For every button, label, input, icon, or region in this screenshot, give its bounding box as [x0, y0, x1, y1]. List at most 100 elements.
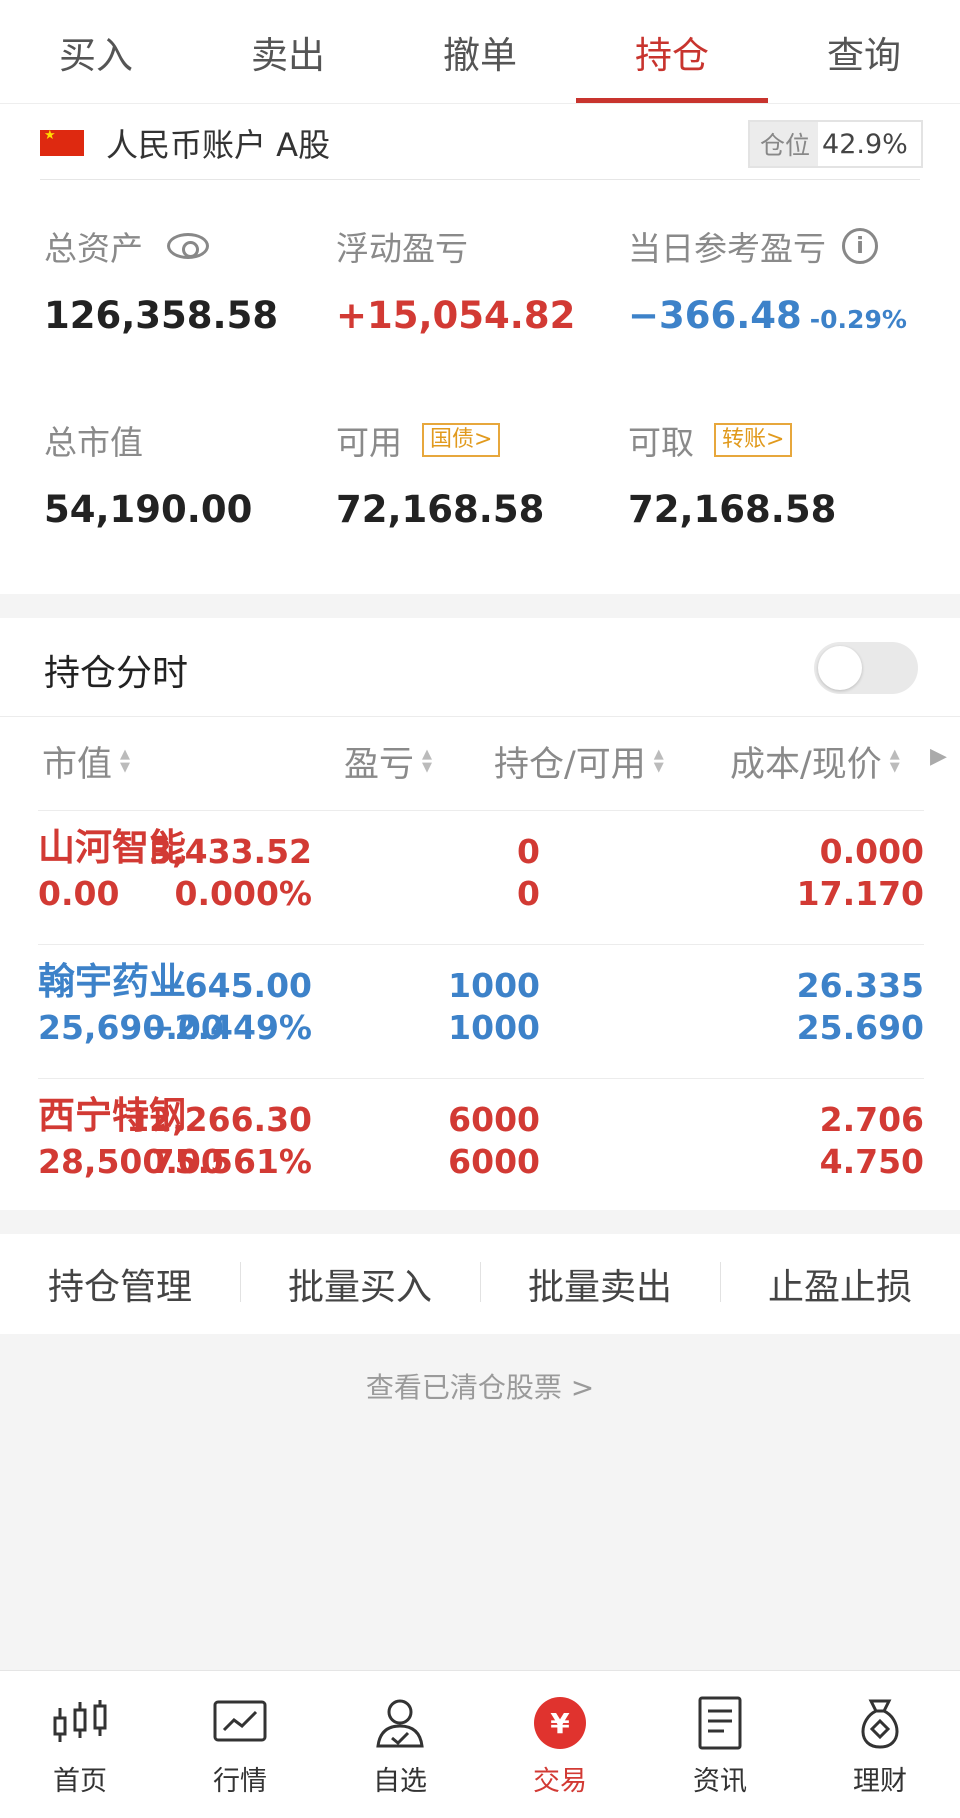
stock-available: 1000: [448, 1008, 540, 1047]
market-value-cell: 总市值 54,190.00: [44, 416, 252, 531]
total-assets-cell: 总资产 126,358.58: [44, 222, 278, 337]
manage-holdings-button[interactable]: 持仓管理: [0, 1258, 240, 1310]
view-cleared-stocks-link[interactable]: 查看已清仓股票 >: [0, 1366, 960, 1406]
stock-qty: 0: [517, 832, 540, 871]
bottom-nav: 首页 行情 自选 ¥ 交易 资讯 理财: [0, 1670, 960, 1818]
stock-price: 25.690: [796, 1008, 924, 1047]
nav-wealth[interactable]: 理财: [800, 1671, 960, 1818]
tab-holdings[interactable]: 持仓: [576, 0, 768, 103]
day-pl-cell: 当日参考盈亏 i −366.48 -0.29%: [628, 222, 907, 337]
divider: [0, 716, 960, 717]
header-qty-label: 持仓/可用: [494, 744, 646, 785]
scroll-right-icon[interactable]: ▶: [930, 744, 947, 769]
top-tab-bar: 买入 卖出 撤单 持仓 查询: [0, 0, 960, 104]
candlestick-icon: [50, 1693, 110, 1753]
market-value-value: 54,190.00: [44, 488, 253, 531]
stock-cost: 26.335: [796, 966, 924, 1005]
header-profit-loss[interactable]: 盈亏 ▲ ▼: [344, 736, 432, 786]
nav-trade[interactable]: ¥ 交易: [480, 1671, 640, 1818]
header-qty-available[interactable]: 持仓/可用 ▲ ▼: [494, 736, 664, 786]
nav-market[interactable]: 行情: [160, 1671, 320, 1818]
eye-icon[interactable]: [167, 233, 209, 259]
header-market-value[interactable]: 市值 ▲ ▼: [42, 736, 130, 786]
nav-trade-label: 交易: [533, 1766, 587, 1797]
treasury-bond-tag[interactable]: 国债>: [422, 423, 501, 457]
market-value-label: 总市值: [44, 423, 143, 462]
tab-query[interactable]: 查询: [768, 0, 960, 103]
tab-sell[interactable]: 卖出: [192, 0, 384, 103]
take-profit-stop-loss-button[interactable]: 止盈止损: [720, 1258, 960, 1310]
stock-cost: 2.706: [819, 1100, 924, 1139]
nav-wealth-label: 理财: [853, 1766, 907, 1797]
position-ratio-badge: 仓位 42.9%: [748, 120, 923, 168]
day-pl-percent: -0.29%: [809, 305, 907, 334]
nav-news[interactable]: 资讯: [640, 1671, 800, 1818]
table-row[interactable]: 山河智能 0.00 3,433.52 0.000% 0 0 0.000 17.1…: [38, 812, 924, 944]
yuan-icon: ¥: [530, 1693, 590, 1753]
money-bag-icon: [850, 1693, 910, 1753]
stock-qty: 6000: [448, 1100, 540, 1139]
stock-price: 17.170: [796, 874, 924, 913]
available-label: 可用: [336, 423, 402, 462]
available-value: 72,168.58: [336, 488, 545, 531]
divider: [38, 810, 924, 811]
stock-available: 0: [517, 874, 540, 913]
stock-pl-percent: 75.561%: [151, 1142, 312, 1181]
nav-watchlist[interactable]: 自选: [320, 1671, 480, 1818]
table-row[interactable]: 翰宇药业 25,690.00 −645.00 −2.449% 1000 1000…: [38, 946, 924, 1078]
header-cost-price-label: 成本/现价: [730, 744, 882, 785]
floating-pl-value: +15,054.82: [336, 294, 576, 337]
withdrawable-cell: 可取 转账> 72,168.58: [628, 416, 836, 531]
stock-available: 6000: [448, 1142, 540, 1181]
withdrawable-value: 72,168.58: [628, 488, 837, 531]
holdings-title: 持仓分时: [44, 653, 189, 694]
position-ratio-label: 仓位: [750, 122, 819, 166]
total-assets-label: 总资产: [44, 229, 143, 268]
stock-pl: −645.00: [157, 966, 312, 1005]
stock-market-value: 0.00: [38, 874, 120, 913]
stock-qty: 1000: [448, 966, 540, 1005]
divider: [38, 1078, 924, 1079]
account-bar: 人民币账户 A股 仓位 42.9%: [0, 104, 960, 180]
header-market-value-label: 市值: [42, 744, 113, 785]
sort-icon: ▲ ▼: [422, 747, 433, 775]
person-check-icon: [370, 1693, 430, 1753]
floating-pl-label: 浮动盈亏: [336, 229, 468, 268]
header-cost-price[interactable]: 成本/现价 ▲ ▼: [730, 736, 900, 786]
nav-news-label: 资讯: [693, 1766, 747, 1797]
transfer-tag[interactable]: 转账>: [714, 423, 793, 457]
holdings-actions: 持仓管理 批量买入 批量卖出 止盈止损: [0, 1234, 960, 1334]
document-icon: [690, 1693, 750, 1753]
batch-buy-button[interactable]: 批量买入: [240, 1258, 480, 1310]
sort-icon: ▲ ▼: [889, 747, 900, 775]
total-assets-value: 126,358.58: [44, 294, 279, 337]
asset-summary: 总资产 126,358.58 浮动盈亏 +15,054.82 当日参考盈亏 i −…: [0, 180, 960, 594]
stock-pl: 3,433.52: [149, 832, 312, 871]
nav-home-label: 首页: [53, 1766, 107, 1797]
batch-sell-button[interactable]: 批量卖出: [480, 1258, 720, 1310]
stock-pl: 12,266.30: [126, 1100, 312, 1139]
floating-pl-cell: 浮动盈亏 +15,054.82: [336, 222, 575, 337]
china-flag-icon: [40, 128, 84, 156]
day-pl-value: −366.48: [628, 294, 802, 337]
sort-icon: ▲ ▼: [653, 747, 664, 775]
tab-cancel-order[interactable]: 撤单: [384, 0, 576, 103]
tab-buy[interactable]: 买入: [0, 0, 192, 103]
stock-cost: 0.000: [819, 832, 924, 871]
available-cell: 可用 国债> 72,168.58: [336, 416, 544, 531]
sort-icon: ▲ ▼: [120, 747, 131, 775]
info-icon[interactable]: i: [842, 228, 878, 264]
position-ratio-value: 42.9%: [822, 128, 908, 160]
nav-watchlist-label: 自选: [373, 1766, 427, 1797]
intraday-toggle[interactable]: [814, 642, 918, 694]
account-name[interactable]: 人民币账户 A股: [106, 120, 330, 166]
table-row[interactable]: 西宁特钢 28,500.00 12,266.30 75.561% 6000 60…: [38, 1080, 924, 1212]
holdings-section: 持仓分时 市值 ▲ ▼ 盈亏 ▲ ▼ 持仓/可用 ▲ ▼ 成本/现价 ▲ ▼ ▶ 山河智…: [0, 618, 960, 1210]
nav-home[interactable]: 首页: [0, 1671, 160, 1818]
withdrawable-label: 可取: [628, 423, 694, 462]
header-profit-loss-label: 盈亏: [344, 744, 415, 785]
day-pl-label: 当日参考盈亏: [628, 229, 826, 268]
nav-market-label: 行情: [213, 1766, 267, 1797]
stock-pl-percent: −2.449%: [146, 1008, 312, 1047]
stock-price: 4.750: [819, 1142, 924, 1181]
